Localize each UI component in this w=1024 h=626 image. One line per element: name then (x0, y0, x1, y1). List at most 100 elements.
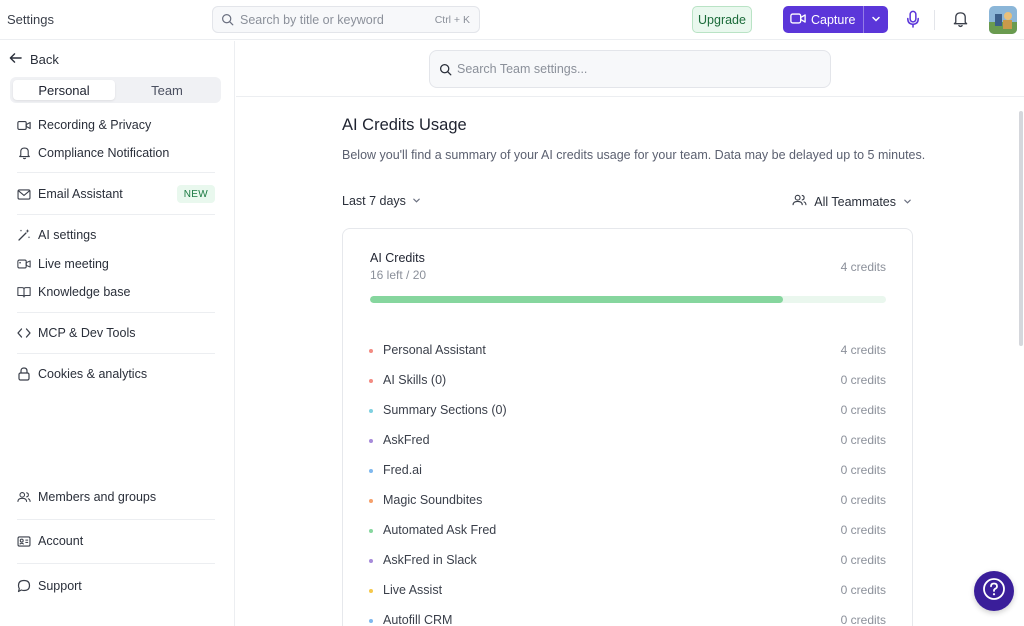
capture-button-group: Capture (783, 6, 888, 33)
help-question-icon (982, 577, 1006, 606)
back-button[interactable]: Back (9, 52, 59, 67)
mail-icon (17, 187, 31, 201)
color-dot (369, 529, 373, 533)
sidebar-item-support[interactable]: Support (17, 576, 215, 596)
tab-team[interactable]: Team (116, 80, 218, 100)
user-avatar[interactable] (989, 6, 1017, 34)
credits-row-value: 0 credits (840, 403, 886, 417)
global-search-input[interactable] (240, 11, 430, 29)
sidebar-item-ai-settings[interactable]: AI settings (17, 225, 215, 245)
magic-wand-icon (17, 228, 31, 242)
color-dot (369, 469, 373, 473)
credits-row-label: Live Assist (383, 583, 443, 597)
credits-row-value: 0 credits (840, 523, 886, 537)
users-icon (17, 490, 31, 504)
bell-icon (17, 146, 31, 160)
credits-row-value: 0 credits (840, 583, 886, 597)
teammate-filter-dropdown[interactable]: All Teammates (792, 194, 912, 209)
main-content: AI Credits Usage Below you'll find a sum… (236, 41, 1024, 626)
settings-search-input[interactable] (457, 60, 817, 78)
credits-row-label: AskFred (383, 433, 430, 447)
credits-remaining: 16 left / 20 (370, 268, 427, 282)
ai-credits-card: AI Credits 16 left / 20 4 credits Person… (342, 228, 913, 626)
credits-row-label: Summary Sections (0) (383, 403, 507, 417)
page-title: AI Credits Usage (342, 116, 467, 134)
credits-row-label: Autofill CRM (383, 613, 453, 626)
credits-row-label: AskFred in Slack (383, 553, 477, 567)
meeting-camera-icon (17, 257, 31, 271)
sidebar-item-account[interactable]: Account (17, 531, 215, 551)
sidebar-item-label: Support (38, 579, 82, 593)
capture-dropdown-button[interactable] (864, 6, 888, 33)
color-dot (369, 499, 373, 503)
credits-breakdown-row: AskFred 0 credits (369, 432, 886, 450)
color-dot (369, 349, 373, 353)
search-icon (439, 63, 452, 81)
code-icon (17, 326, 31, 340)
credits-progress-bar (370, 296, 886, 303)
credits-row-value: 4 credits (840, 343, 886, 357)
sidebar-item-members-groups[interactable]: Members and groups (17, 487, 215, 507)
tab-personal[interactable]: Personal (13, 80, 115, 100)
users-icon (792, 194, 807, 209)
video-camera-icon (17, 118, 31, 132)
chevron-down-icon (903, 195, 912, 209)
sidebar-item-recording-privacy[interactable]: Recording & Privacy (17, 115, 215, 135)
sidebar-item-label: Knowledge base (38, 285, 131, 299)
credits-breakdown-row: Summary Sections (0) 0 credits (369, 402, 886, 420)
credits-row-value: 0 credits (840, 463, 886, 477)
credits-breakdown-row: AI Skills (0) 0 credits (369, 372, 886, 390)
credits-row-label: Personal Assistant (383, 343, 486, 357)
sidebar-item-knowledge-base[interactable]: Knowledge base (17, 282, 215, 302)
credits-breakdown-row: Live Assist 0 credits (369, 582, 886, 600)
sidebar-item-email-assistant[interactable]: Email Assistant NEW (17, 184, 215, 204)
top-bar: Settings Ctrl + K Upgrade Capture (0, 0, 1024, 40)
video-camera-icon (790, 12, 806, 28)
sidebar-item-label: Email Assistant (38, 187, 123, 201)
sidebar-item-cookies-analytics[interactable]: Cookies & analytics (17, 364, 215, 384)
notifications-bell-icon[interactable] (952, 10, 969, 33)
scrollbar-thumb[interactable] (1019, 111, 1023, 346)
upgrade-button[interactable]: Upgrade (692, 6, 752, 33)
credits-breakdown-row: Autofill CRM 0 credits (369, 612, 886, 626)
sidebar-item-label: Live meeting (38, 257, 109, 271)
color-dot (369, 409, 373, 413)
sidebar-item-label: Cookies & analytics (38, 367, 148, 381)
color-dot (369, 379, 373, 383)
sidebar-item-label: Account (38, 534, 84, 548)
scope-tabs: Personal Team (10, 77, 221, 103)
arrow-left-icon (9, 52, 22, 67)
period-filter-dropdown[interactable]: Last 7 days (342, 194, 421, 208)
page-description: Below you'll find a summary of your AI c… (342, 148, 926, 162)
credits-row-value: 0 credits (840, 493, 886, 507)
settings-search[interactable] (429, 50, 831, 88)
credits-row-value: 0 credits (840, 553, 886, 567)
sidebar-item-live-meeting[interactable]: Live meeting (17, 254, 215, 274)
credits-row-label: AI Skills (0) (383, 373, 447, 387)
teammate-filter-label: All Teammates (814, 194, 896, 209)
color-dot (369, 589, 373, 593)
credits-breakdown-row: Magic Soundbites 0 credits (369, 492, 886, 510)
global-search[interactable]: Ctrl + K (212, 6, 480, 33)
microphone-icon[interactable] (905, 10, 921, 34)
period-filter-label: Last 7 days (342, 194, 406, 208)
color-dot (369, 439, 373, 443)
sidebar-item-label: Members and groups (38, 490, 157, 504)
sidebar-item-label: Recording & Privacy (38, 118, 152, 132)
id-card-icon (17, 534, 31, 548)
back-label: Back (30, 52, 59, 67)
credits-breakdown-row: Automated Ask Fred 0 credits (369, 522, 886, 540)
credits-row-value: 0 credits (840, 373, 886, 387)
sidebar-item-compliance-notification[interactable]: Compliance Notification (17, 143, 215, 163)
chevron-down-icon (412, 194, 421, 208)
credits-breakdown-row: Fred.ai 0 credits (369, 462, 886, 480)
sidebar-item-mcp-dev-tools[interactable]: MCP & Dev Tools (17, 323, 215, 343)
credits-row-label: Automated Ask Fred (383, 523, 497, 537)
capture-button[interactable]: Capture (783, 6, 863, 33)
credits-breakdown-row: AskFred in Slack 0 credits (369, 552, 886, 570)
book-icon (17, 285, 31, 299)
search-shortcut: Ctrl + K (434, 14, 470, 26)
search-icon (221, 13, 234, 31)
help-button[interactable] (974, 571, 1014, 611)
color-dot (369, 619, 373, 623)
